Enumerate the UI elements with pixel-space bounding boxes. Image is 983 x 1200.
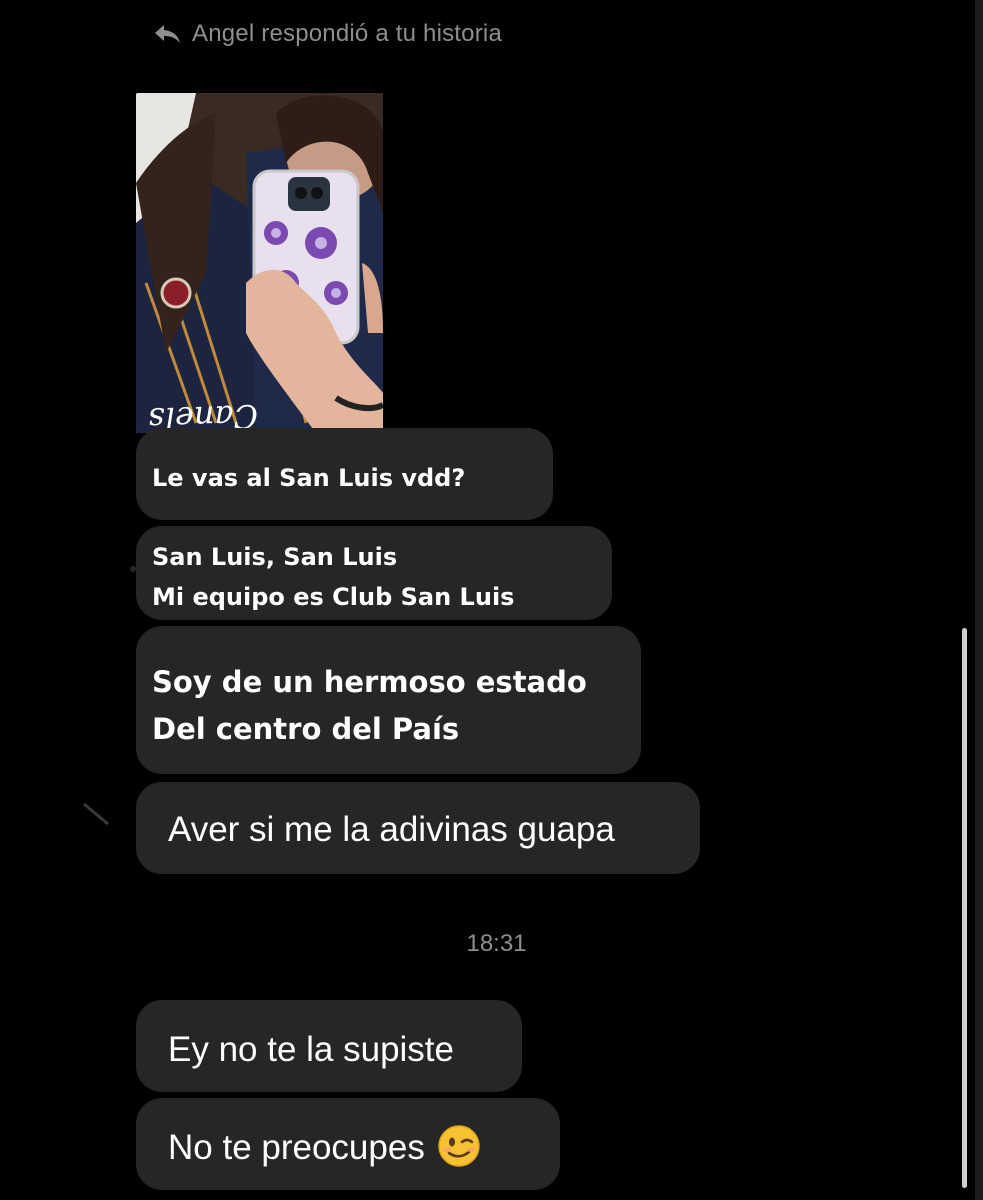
message-text: Aver si me la adivinas guapa bbox=[168, 810, 615, 849]
message-bubble[interactable]: Soy de un hermoso estado Del centro del … bbox=[136, 626, 641, 774]
window-edge bbox=[975, 0, 983, 1200]
winking-face-icon bbox=[438, 1125, 480, 1167]
message-text: Le vas al San Luis vdd? bbox=[152, 464, 466, 492]
message-line: Del centro del País bbox=[152, 712, 460, 746]
reply-arrow-icon bbox=[155, 25, 180, 43]
message-line: Soy de un hermoso estado bbox=[152, 665, 587, 699]
message-bubble[interactable]: No te preocupes bbox=[136, 1098, 560, 1190]
story-thumbnail[interactable]: Canels bbox=[136, 93, 383, 433]
scrollbar[interactable] bbox=[962, 628, 967, 1188]
message-line: San Luis, San Luis bbox=[152, 543, 398, 571]
story-reply-header: Angel respondió a tu historia bbox=[152, 18, 502, 50]
story-photo-icon: Canels bbox=[136, 93, 383, 433]
message-text: Ey no te la supiste bbox=[168, 1030, 454, 1069]
decorative-mark-icon bbox=[83, 802, 109, 826]
message-line: Mi equipo es Club San Luis bbox=[152, 583, 515, 611]
message-bubble[interactable]: Ey no te la supiste bbox=[136, 1000, 522, 1092]
message-text: No te preocupes bbox=[168, 1128, 425, 1167]
message-bubble[interactable]: Le vas al San Luis vdd? bbox=[136, 428, 553, 520]
message-timestamp: 18:31 bbox=[466, 930, 527, 957]
story-reply-text: Angel respondió a tu historia bbox=[192, 20, 502, 47]
message-bubble[interactable]: San Luis, San Luis Mi equipo es Club San… bbox=[136, 526, 612, 620]
message-bubble[interactable]: Aver si me la adivinas guapa bbox=[136, 782, 700, 874]
